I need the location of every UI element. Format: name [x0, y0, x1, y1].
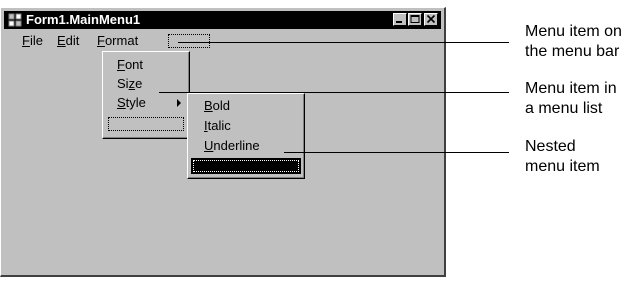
title-bar[interactable]: Form1.MainMenu1 — [4, 11, 441, 29]
menu-format[interactable]: Format — [97, 33, 138, 49]
form-app-icon — [8, 13, 22, 27]
menu-item-underline-label: nderline — [213, 138, 260, 153]
menu-item-font[interactable]: Font — [117, 57, 143, 73]
menu-item-font-mnemonic: F — [117, 57, 125, 72]
menu-item-font-label: ont — [124, 57, 144, 72]
window-title: Form1.MainMenu1 — [26, 12, 141, 27]
menu-item-bold[interactable]: Bold — [204, 98, 230, 114]
selection-focus-rect — [193, 160, 299, 172]
menu-file-label: ile — [29, 33, 43, 48]
callout-menulist-line2: a menu list — [525, 100, 603, 117]
menu-item-style[interactable]: Style — [117, 95, 146, 111]
menu-edit-label: dit — [65, 33, 80, 48]
menu-item-style-mnemonic: S — [117, 95, 126, 110]
callout-nested-line1: Nested — [525, 138, 576, 155]
menu-item-style-label: tyle — [125, 95, 146, 110]
style-submenu-list: Bold Italic Underline — [187, 93, 305, 179]
menu-item-italic[interactable]: Italic — [204, 118, 231, 134]
submenu-arrow-icon — [177, 99, 181, 107]
menu-list-new-item-placeholder[interactable] — [108, 117, 184, 131]
callout-menubar-line1: Menu item on — [525, 23, 622, 40]
menu-edit[interactable]: Edit — [57, 33, 79, 49]
menu-item-size-pre: Si — [117, 76, 129, 91]
menu-item-italic-label: talic — [207, 118, 231, 133]
callout-menubar-item: Menu item on the menu bar — [525, 22, 622, 62]
callout-nested-line2: menu item — [525, 158, 600, 175]
menu-item-bold-label: old — [212, 98, 231, 113]
callout-menulist-line1: Menu item in — [525, 80, 617, 97]
menu-item-underline-mnemonic: U — [204, 138, 214, 153]
menu-format-label: ormat — [104, 33, 139, 48]
callout-menubar-line2: the menu bar — [525, 43, 620, 60]
menu-file[interactable]: File — [22, 33, 43, 49]
leader-line-menulist — [159, 92, 509, 93]
minimize-button[interactable] — [393, 13, 407, 26]
leader-line-nested — [284, 152, 509, 153]
close-button[interactable] — [424, 13, 438, 26]
menu-format-mnemonic: F — [97, 33, 105, 48]
maximize-button[interactable] — [408, 13, 422, 26]
menu-item-size-label: e — [135, 76, 143, 91]
menu-file-mnemonic: F — [22, 33, 30, 48]
leader-line-menubar — [178, 42, 509, 43]
callout-menulist-item: Menu item in a menu list — [525, 79, 617, 119]
figure: Form1.MainMenu1 File Edit Format Font Si… — [0, 0, 638, 297]
form-window: Form1.MainMenu1 File Edit Format Font Si… — [0, 7, 446, 277]
menu-item-size[interactable]: Size — [117, 76, 142, 92]
maximize-icon — [410, 15, 420, 23]
submenu-new-item-placeholder[interactable] — [191, 158, 301, 174]
menubar-new-item-placeholder[interactable] — [168, 34, 210, 48]
format-menu-list: Font Size Style — [102, 51, 190, 139]
menu-edit-mnemonic: E — [57, 33, 66, 48]
menu-item-underline[interactable]: Underline — [204, 138, 260, 154]
menu-item-bold-mnemonic: B — [204, 98, 213, 113]
callout-nested-item: Nested menu item — [525, 137, 600, 177]
minimize-icon — [396, 21, 402, 23]
close-icon — [426, 14, 436, 24]
